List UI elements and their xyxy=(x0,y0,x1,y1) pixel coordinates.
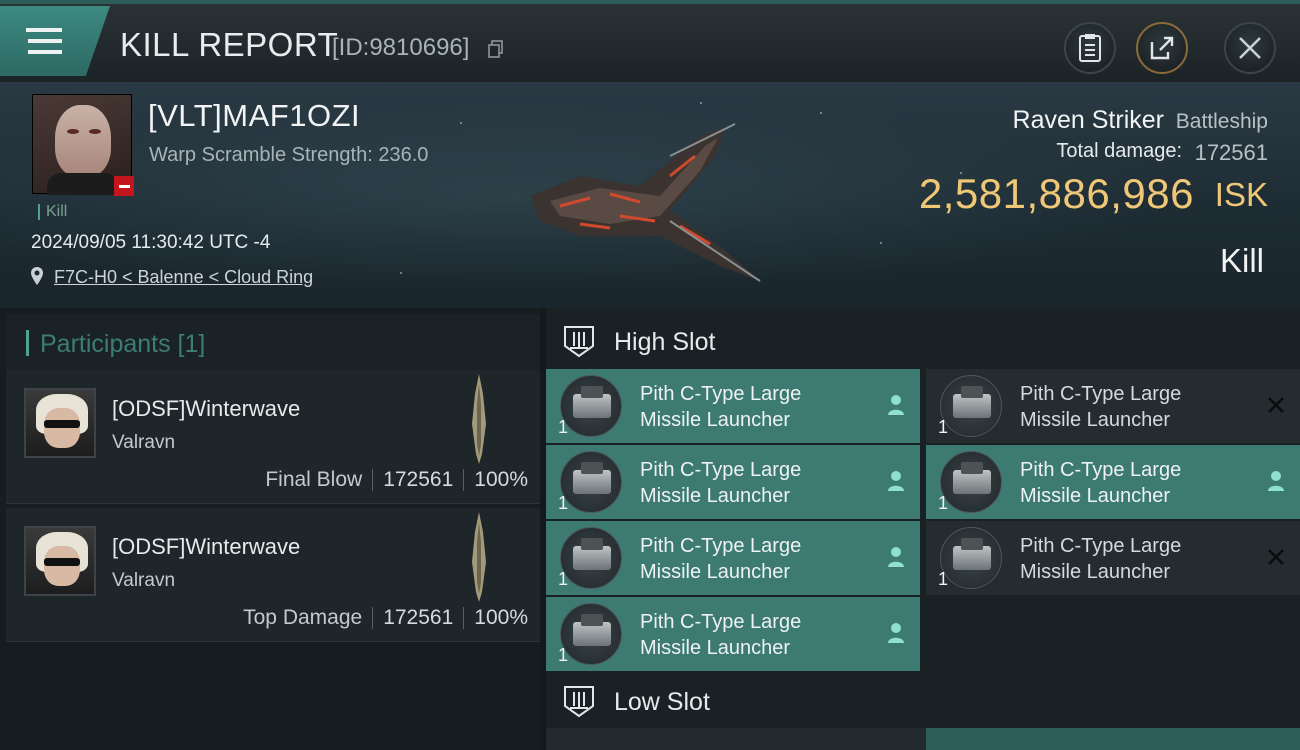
module-quantity: 1 xyxy=(938,569,949,589)
clipboard-icon xyxy=(1079,34,1101,62)
participant-percent: 100% xyxy=(474,468,528,491)
total-damage-value: 172561 xyxy=(1194,140,1268,165)
kill-result: Kill xyxy=(1219,242,1264,279)
isk-value: 2,581,886,986 xyxy=(918,170,1194,217)
close-button[interactable] xyxy=(1224,22,1276,74)
participant-row[interactable]: [ODSF]Winterwave Valravn Top Damage 1725… xyxy=(6,508,540,642)
missile-launcher-icon xyxy=(940,527,1002,589)
low-slot-row-partial[interactable] xyxy=(546,728,1300,750)
participant-stats: Final Blow 172561 100% xyxy=(265,468,528,492)
participant-role: Final Blow xyxy=(265,468,363,491)
module-slot[interactable]: 1 Pith C-Type Large Missile Launcher xyxy=(546,445,920,519)
participants-header: Participants [1] xyxy=(6,314,540,372)
missile-launcher-icon xyxy=(560,603,622,665)
module-quantity: 1 xyxy=(938,417,949,437)
pilot-icon xyxy=(888,547,904,567)
isk-unit: ISK xyxy=(1214,176,1268,213)
module-slot[interactable]: 1 Pith C-Type Large Missile Launcher xyxy=(926,521,1300,595)
warp-scramble-strength: Warp Scramble Strength: 236.0 xyxy=(149,144,429,166)
top-bar: KILL REPORT [ID:9810696] xyxy=(0,0,1300,82)
participants-panel: Participants [1] [ODSF]Winterwave Valrav… xyxy=(0,308,540,750)
menu-icon xyxy=(26,28,62,54)
high-slot-icon xyxy=(564,326,594,358)
module-name: Pith C-Type Large Missile Launcher xyxy=(1020,383,1182,431)
total-damage-label: Total damage: xyxy=(1056,140,1182,162)
missile-launcher-icon xyxy=(560,375,622,437)
module-quantity: 1 xyxy=(558,645,569,665)
module-name: Pith C-Type Large Missile Launcher xyxy=(1020,459,1182,507)
low-slot-header: Low Slot xyxy=(546,670,1300,730)
participant-name[interactable]: [ODSF]Winterwave xyxy=(112,534,300,560)
kill-location-link[interactable]: F7C-H0 < Balenne < Cloud Ring xyxy=(54,267,313,288)
missile-launcher-icon xyxy=(560,451,622,513)
participant-avatar[interactable] xyxy=(24,526,96,596)
module-name: Pith C-Type Large Missile Launcher xyxy=(640,383,802,431)
low-slot-label: Low Slot xyxy=(614,688,710,716)
clipboard-button[interactable] xyxy=(1064,22,1116,74)
module-name: Pith C-Type Large Missile Launcher xyxy=(640,611,802,659)
pilot-icon xyxy=(888,395,904,415)
victim-ship-name[interactable]: Raven Striker xyxy=(1013,106,1164,135)
module-name: Pith C-Type Large Missile Launcher xyxy=(640,535,802,583)
module-slot[interactable]: 1 Pith C-Type Large Missile Launcher xyxy=(546,369,920,443)
loss-badge-icon xyxy=(114,176,134,196)
kill-datetime: 2024/09/05 11:30:42 UTC -4 xyxy=(31,232,271,253)
destroyed-x-icon xyxy=(1268,397,1284,413)
page-title: KILL REPORT xyxy=(120,26,339,63)
pilot-icon xyxy=(1268,471,1284,491)
module-quantity: 1 xyxy=(558,493,569,513)
victim-name[interactable]: [VLT]MAF1OZI xyxy=(148,98,360,134)
high-slot-label: High Slot xyxy=(614,328,716,356)
module-slot[interactable]: 1 Pith C-Type Large Missile Launcher xyxy=(926,445,1300,519)
module-name: Pith C-Type Large Missile Launcher xyxy=(1020,535,1182,583)
participant-ship-icon xyxy=(472,512,486,602)
participant-ship: Valravn xyxy=(112,432,176,453)
module-quantity: 1 xyxy=(558,569,569,589)
report-id: [ID:9810696] xyxy=(332,34,470,61)
low-slot-icon xyxy=(564,686,594,718)
menu-button[interactable] xyxy=(0,6,110,76)
copy-icon[interactable] xyxy=(488,40,504,58)
participant-row[interactable]: [ODSF]Winterwave Valravn Final Blow 1725… xyxy=(6,370,540,504)
kill-tag: Kill xyxy=(38,204,67,220)
fitting-panel: High Slot 1 Pith C-Type Large Missile Lau… xyxy=(546,308,1300,750)
pilot-icon xyxy=(888,623,904,643)
victim-summary: [VLT]MAF1OZI Warp Scramble Strength: 236… xyxy=(0,82,1300,308)
participant-ship: Valravn xyxy=(112,570,176,591)
module-slot[interactable]: 1 Pith C-Type Large Missile Launcher xyxy=(546,597,920,671)
module-quantity: 1 xyxy=(938,493,949,513)
participant-ship-icon xyxy=(472,374,486,464)
participant-role: Top Damage xyxy=(243,606,363,629)
module-quantity: 1 xyxy=(558,417,569,437)
module-name: Pith C-Type Large Missile Launcher xyxy=(640,459,802,507)
participants-title: Participants [1] xyxy=(40,330,206,358)
location-pin-icon xyxy=(31,267,43,285)
module-slot[interactable]: 1 Pith C-Type Large Missile Launcher xyxy=(926,369,1300,443)
share-button[interactable] xyxy=(1136,22,1188,74)
share-icon xyxy=(1150,36,1174,60)
participant-avatar[interactable] xyxy=(24,388,96,458)
participant-stats: Top Damage 172561 100% xyxy=(243,606,528,630)
close-icon xyxy=(1239,37,1261,59)
high-slot-header: High Slot xyxy=(546,310,1300,370)
missile-launcher-icon xyxy=(940,451,1002,513)
participant-damage: 172561 xyxy=(383,468,454,491)
participant-percent: 100% xyxy=(474,606,528,629)
module-slot[interactable]: 1 Pith C-Type Large Missile Launcher xyxy=(546,521,920,595)
destroyed-x-icon xyxy=(1268,549,1284,565)
pilot-icon xyxy=(888,471,904,491)
missile-launcher-icon xyxy=(940,375,1002,437)
victim-ship-class: Battleship xyxy=(1175,110,1268,133)
participant-name[interactable]: [ODSF]Winterwave xyxy=(112,396,300,422)
missile-launcher-icon xyxy=(560,527,622,589)
ship-image xyxy=(530,123,761,282)
participant-damage: 172561 xyxy=(383,606,454,629)
